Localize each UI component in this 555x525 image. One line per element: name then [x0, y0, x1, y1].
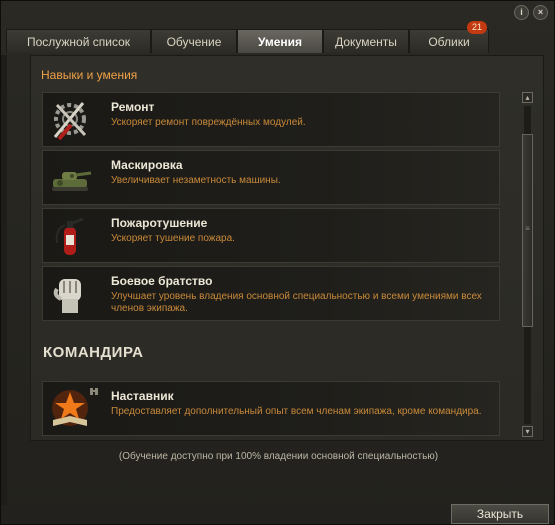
skill-name: Ремонт [111, 100, 155, 114]
fire-extinguisher-icon [55, 217, 84, 255]
close-button[interactable]: Закрыть [451, 504, 549, 524]
scroll-down-button[interactable]: ▾ [522, 426, 533, 437]
scroll-up-button[interactable]: ▴ [522, 92, 533, 103]
tab-skills[interactable]: Умения [237, 29, 323, 53]
training-footnote: (Обучение доступно при 100% владении осн… [118, 451, 439, 462]
skills-panel: Навыки и умения Ремонт Ускоряет ремонт п… [30, 55, 544, 441]
grip-icon: ≡ [525, 224, 530, 233]
skill-description: Предоставляет дополнительный опыт всем ч… [111, 406, 482, 417]
info-icon[interactable]: i [514, 5, 529, 20]
skill-description: Увеличивает незаметность машины. [111, 175, 281, 186]
crew-skills-window: i × Послужной список Обучение Умения Док… [0, 0, 555, 525]
scrollbar-thumb[interactable]: ≡ [522, 134, 533, 327]
window-controls: i × [514, 5, 548, 20]
skill-card-mentor[interactable]: Наставник Предоставляет дополнительный о… [42, 381, 500, 436]
tab-bar: Послужной список Обучение Умения Докумен… [6, 29, 489, 53]
skill-description: Улучшает уровень владения основной специ… [111, 291, 482, 314]
skill-card-repair[interactable]: Ремонт Ускоряет ремонт повреждённых моду… [42, 92, 500, 147]
mentor-book-star-icon [52, 390, 88, 426]
skill-name: Боевое братство [111, 274, 213, 288]
left-border [1, 55, 7, 505]
camouflage-tank-icon [52, 171, 92, 191]
binoculars-icon [90, 388, 98, 395]
skill-name: Пожаротушение [111, 216, 208, 230]
tab-documents[interactable]: Документы [323, 29, 409, 53]
tab-training[interactable]: Обучение [151, 29, 237, 53]
skill-card-brothers-in-arms[interactable]: Боевое братство Улучшает уровень владени… [42, 266, 500, 321]
skins-count-badge: 21 [467, 21, 487, 34]
skill-description: Ускоряет тушение пожара. [111, 233, 235, 244]
close-icon[interactable]: × [533, 5, 548, 20]
fist-icon [53, 279, 81, 313]
section-title: Навыки и умения [41, 68, 138, 82]
skill-card-camouflage[interactable]: Маскировка Увеличивает незаметность маши… [42, 150, 500, 205]
repair-icon [53, 102, 87, 141]
skill-card-firefighting[interactable]: Пожаротушение Ускоряет тушение пожара. [42, 208, 500, 263]
tab-service-record[interactable]: Послужной список [6, 29, 151, 53]
skill-name: Наставник [111, 389, 174, 403]
commander-group-title: КОМАНДИРА [43, 344, 144, 361]
skill-name: Маскировка [111, 158, 183, 172]
skill-description: Ускоряет ремонт повреждённых модулей. [111, 117, 306, 128]
